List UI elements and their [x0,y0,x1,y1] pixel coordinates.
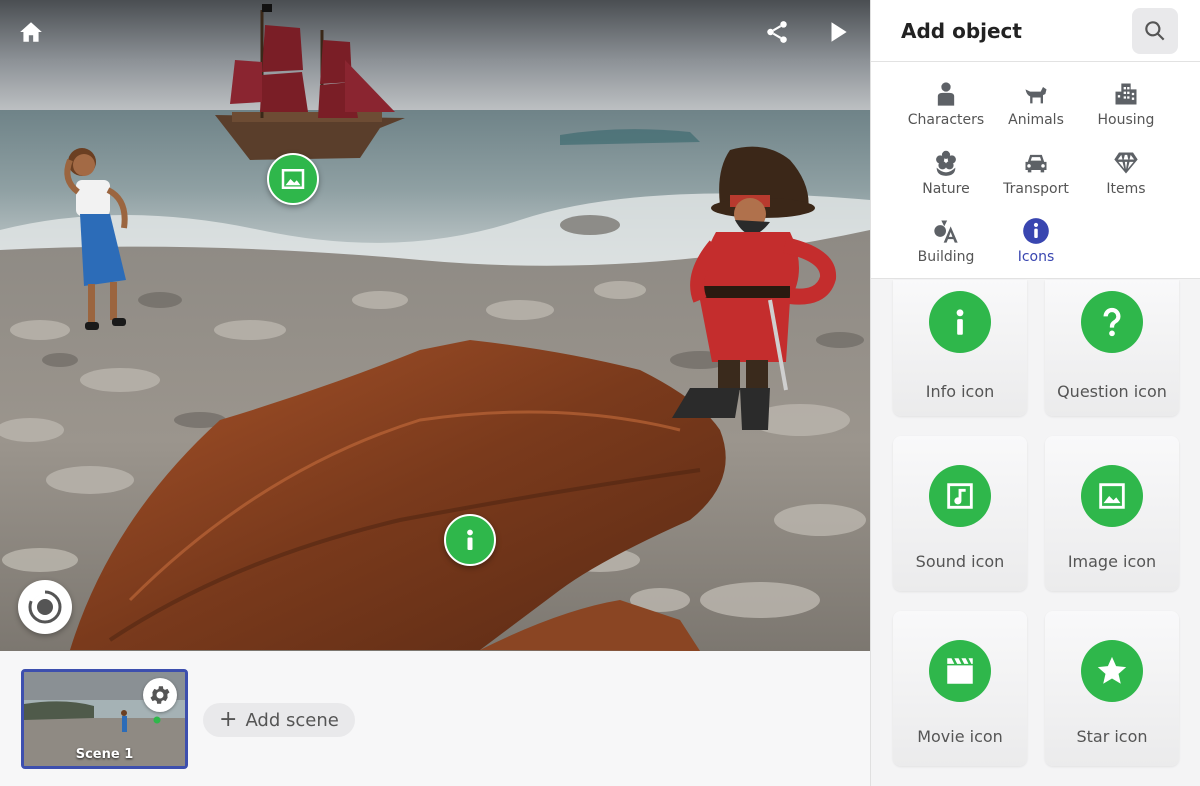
object-grid: Info icon Question icon Sound icon Image… [893,280,1183,766]
category-nature[interactable]: Nature [901,149,991,207]
item-label: Info icon [925,382,995,401]
play-button[interactable] [820,14,856,50]
category-characters[interactable]: Characters [901,80,991,138]
item-label: Sound icon [915,552,1005,571]
item-icon-circle [929,640,991,702]
sound-icon-card[interactable]: Sound icon [893,436,1027,591]
item-label: Question icon [1057,382,1167,401]
flower-icon [936,150,956,176]
gear-icon [150,686,170,704]
category-label: Items [1106,180,1146,197]
shapes-icon [934,220,958,243]
category-icons[interactable]: Icons [991,217,1081,275]
plus-icon: + [219,707,238,732]
scene-viewport[interactable] [0,0,870,651]
category-list: Characters Animals Housing Nature Transp… [871,62,1200,279]
star-icon [1097,656,1127,684]
info-icon [467,529,473,550]
movie-icon-card[interactable]: Movie icon [893,611,1027,766]
panel-title: Add object [901,18,1022,43]
item-icon-circle [1081,640,1143,702]
play-icon [831,22,847,42]
scene-thumbnail[interactable]: Scene 1 [21,669,188,769]
gyroscope-button[interactable] [18,580,72,634]
app-root: Scene 1 + Add scene Add object Character… [0,0,1200,786]
info-icon-card[interactable]: Info icon [893,280,1027,416]
building-icon [1115,83,1137,105]
diamond-icon [1114,152,1138,174]
image-icon [1099,483,1125,509]
clapperboard-icon [947,658,973,684]
item-label: Movie icon [917,727,1003,746]
home-button[interactable] [13,14,49,50]
gyroscope-icon [28,589,62,624]
category-housing[interactable]: Housing [1081,80,1171,138]
person-icon [937,82,955,106]
share-icon [767,21,787,43]
add-scene-button[interactable]: + Add scene [203,703,355,737]
share-button[interactable] [759,14,795,50]
category-animals[interactable]: Animals [991,80,1081,138]
add-scene-label: Add scene [245,709,339,731]
image-icon [281,169,305,189]
item-icon-circle [1081,465,1143,527]
music-note-icon [947,483,973,509]
info-icon [1023,218,1049,245]
category-label: Transport [1003,180,1069,197]
info-hotspot[interactable] [444,514,496,566]
scene-strip: Scene 1 + Add scene [0,651,870,786]
category-label: Nature [922,180,970,197]
category-transport[interactable]: Transport [991,149,1081,207]
category-building[interactable]: Building [901,217,991,275]
panel-header: Add object [871,0,1200,62]
item-label: Image icon [1067,552,1157,571]
question-icon [1103,307,1121,337]
scene-background [0,0,870,651]
add-object-panel: Add object Characters Animals Housing Na… [870,0,1200,786]
search-button[interactable] [1132,7,1178,54]
item-icon-circle [1081,291,1143,353]
star-icon-card[interactable]: Star icon [1045,611,1179,766]
category-label: Characters [907,112,985,128]
search-icon [1145,20,1165,40]
category-items[interactable]: Items [1081,149,1171,207]
image-icon-card[interactable]: Image icon [1045,436,1179,591]
question-icon-card[interactable]: Question icon [1045,280,1179,416]
home-icon [20,22,42,42]
car-icon [1025,154,1047,172]
scene-settings-button[interactable] [143,678,177,712]
dog-icon [1025,87,1047,104]
category-label: Icons [1017,249,1055,266]
category-label: Animals [1008,112,1064,128]
image-hotspot[interactable] [267,153,319,205]
scene-label: Scene 1 [75,747,134,762]
item-icon-circle [929,465,991,527]
category-label: Housing [1097,112,1155,128]
item-icon-circle [929,291,991,353]
item-label: Star icon [1076,727,1148,746]
info-icon [956,309,964,335]
category-label: Building [917,249,975,266]
